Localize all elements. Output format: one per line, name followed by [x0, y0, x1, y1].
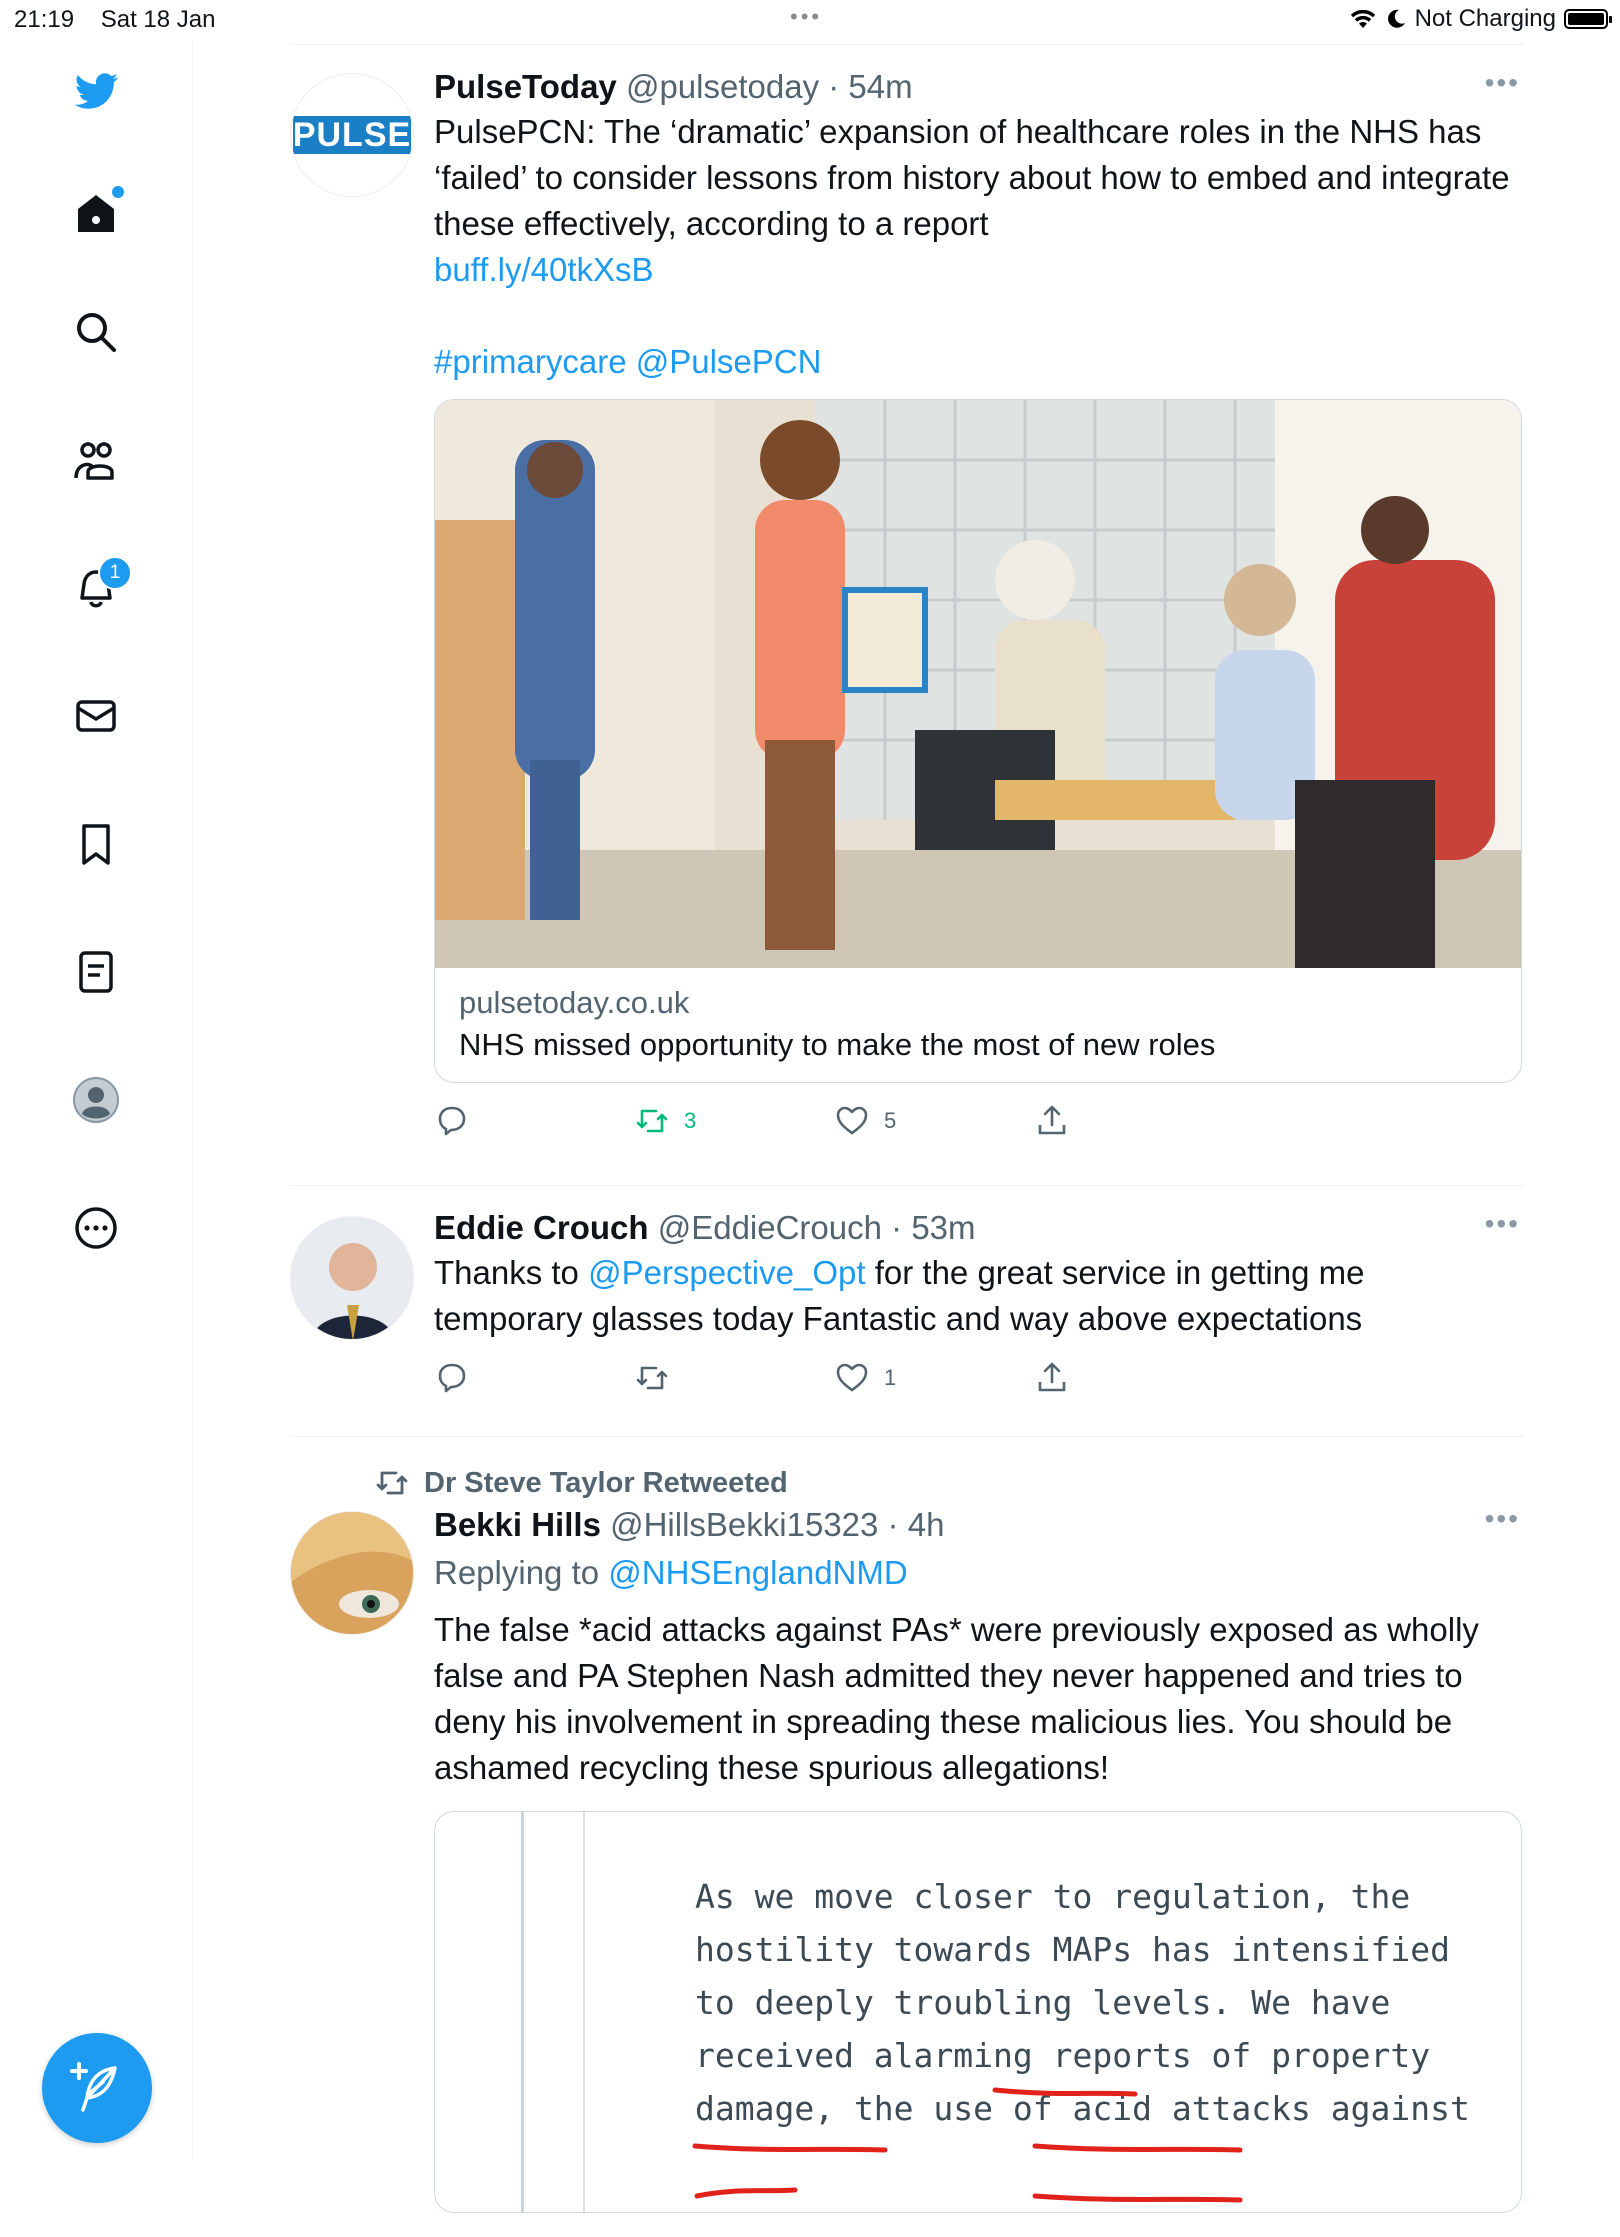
card-domain: pulsetoday.co.uk: [459, 985, 690, 1020]
like-button[interactable]: 1: [834, 1360, 1034, 1396]
social-context[interactable]: Dr Steve Taylor Retweeted: [374, 1437, 1524, 1503]
avatar[interactable]: PULSE: [290, 73, 414, 197]
retweet-icon: [636, 1366, 668, 1390]
notifications-bell-icon[interactable]: 1: [66, 556, 132, 618]
tweet-time[interactable]: 4h: [908, 1506, 945, 1543]
new-content-dot: [112, 186, 124, 198]
tweet-time[interactable]: 54m: [848, 68, 912, 105]
tweet-actions: 3 5: [434, 1093, 1522, 1149]
retweeted-by-label: Dr Steve Taylor Retweeted: [424, 1466, 788, 1499]
sidebar-nav: 1: [0, 40, 193, 2160]
mention-link[interactable]: @Perspective_Opt: [588, 1254, 865, 1291]
card-image: [435, 400, 1521, 968]
share-button[interactable]: [1034, 1360, 1234, 1396]
reply-icon: [438, 1106, 466, 1136]
communities-icon[interactable]: [66, 430, 126, 490]
reply-button[interactable]: [434, 1103, 634, 1139]
author-name[interactable]: Bekki Hills: [434, 1506, 601, 1543]
status-time: 21:19: [14, 6, 75, 33]
red-underline-marks: [692, 2087, 1243, 2203]
pulse-logo: PULSE: [292, 115, 412, 154]
avatar[interactable]: [290, 1216, 414, 1340]
tweet-actions: 1: [434, 1350, 1522, 1406]
heart-icon: [836, 1106, 868, 1135]
tweet-text: PulsePCN: The ‘dramatic’ expansion of he…: [434, 109, 1522, 385]
like-count: 5: [884, 1108, 897, 1133]
reply-icon: [438, 1363, 466, 1393]
share-icon: [1038, 1105, 1066, 1135]
author-handle[interactable]: @EddieCrouch: [658, 1209, 882, 1246]
search-icon[interactable]: [66, 302, 126, 362]
multitasking-dots-icon[interactable]: •••: [790, 4, 822, 30]
tweet[interactable]: PULSE ••• PulseToday @pulsetoday · 54m P…: [290, 44, 1524, 1186]
compose-tweet-icon: [70, 2062, 117, 2112]
tweet-time[interactable]: 53m: [911, 1209, 975, 1246]
link-card[interactable]: pulsetoday.co.uk NHS missed opportunity …: [434, 399, 1522, 1083]
share-button[interactable]: [1034, 1103, 1234, 1139]
tweet-more-icon[interactable]: •••: [1485, 1503, 1520, 1535]
lists-icon[interactable]: [66, 942, 126, 1002]
mention-link[interactable]: @PulsePCN: [636, 343, 822, 380]
card-title: NHS missed opportunity to make the most …: [459, 1027, 1216, 1062]
like-button[interactable]: 5: [834, 1103, 1034, 1139]
replying-to-link[interactable]: @NHSEnglandNMD: [608, 1554, 907, 1591]
retweet-button[interactable]: [634, 1360, 834, 1396]
status-bar: 21:19 Sat 18 Jan ••• Not Charging: [0, 0, 1620, 40]
do-not-disturb-moon-icon: [1387, 9, 1405, 28]
tweet-link[interactable]: buff.ly/40tkXsB: [434, 251, 654, 288]
tweet-header: PulseToday @pulsetoday · 54m: [434, 68, 913, 105]
tweet[interactable]: Dr Steve Taylor Retweeted ••• Bekki Hill…: [290, 1437, 1524, 2237]
status-date: Sat 18 Jan: [100, 6, 216, 33]
hashtag-link[interactable]: #primarycare: [434, 343, 627, 380]
author-handle[interactable]: @pulsetoday: [626, 68, 819, 105]
twitter-bird-icon[interactable]: [66, 62, 126, 122]
charging-status: Not Charging: [1414, 5, 1556, 32]
tweet-header: Bekki Hills @HillsBekki15323 · 4h: [434, 1506, 945, 1543]
retweet-count: 3: [684, 1108, 697, 1133]
author-name[interactable]: Eddie Crouch: [434, 1209, 649, 1246]
tweet-more-icon[interactable]: •••: [1485, 1208, 1520, 1240]
author-name[interactable]: PulseToday: [434, 68, 617, 105]
replying-to: Replying to @NHSEnglandNMD: [434, 1554, 908, 1591]
tweet-image[interactable]: As we move closer to regulation, the hos…: [434, 1811, 1522, 2213]
tweet-body: PulsePCN: The ‘dramatic’ expansion of he…: [434, 113, 1510, 242]
more-options-icon[interactable]: [66, 1198, 126, 1258]
timeline: PULSE ••• PulseToday @pulsetoday · 54m P…: [290, 44, 1524, 2237]
messages-icon[interactable]: [66, 686, 126, 746]
retweet-icon: [376, 1471, 408, 1495]
tweet-text: Thanks to @Perspective_Opt for the great…: [434, 1254, 1365, 1337]
heart-icon: [836, 1363, 868, 1392]
retweet-icon: [636, 1109, 668, 1133]
avatar[interactable]: [290, 1511, 414, 1635]
battery-icon: [1564, 9, 1612, 29]
home-icon[interactable]: [66, 184, 126, 244]
tweet-text: The false *acid attacks against PAs* wer…: [434, 1611, 1479, 1786]
bookmarks-icon[interactable]: [66, 814, 126, 874]
author-handle[interactable]: @HillsBekki15323: [610, 1506, 878, 1543]
compose-tweet-button[interactable]: [42, 2033, 152, 2143]
like-count: 1: [884, 1365, 897, 1390]
share-icon: [1038, 1362, 1066, 1392]
wifi-icon: [1350, 9, 1375, 28]
tweet[interactable]: ••• Eddie Crouch @EddieCrouch · 53m Than…: [290, 1186, 1524, 1437]
retweet-button[interactable]: 3: [634, 1103, 834, 1139]
reply-button[interactable]: [434, 1360, 634, 1396]
notifications-count-badge: 1: [98, 556, 132, 590]
profile-icon[interactable]: [66, 1070, 126, 1130]
tweet-header: Eddie Crouch @EddieCrouch · 53m: [434, 1209, 976, 1246]
tweet-more-icon[interactable]: •••: [1485, 67, 1520, 99]
